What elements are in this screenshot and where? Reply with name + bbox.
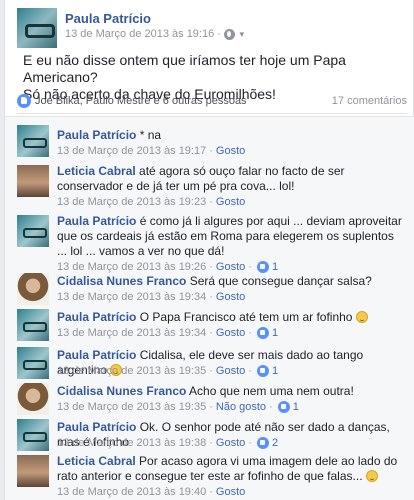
comment-text-block: Leticia Cabral Por acaso agora vi uma im… xyxy=(57,454,407,484)
comment-meta: 13 de Março de 2013 às 19:40 · Gosto xyxy=(57,486,245,498)
avatar[interactable] xyxy=(17,165,49,197)
like-count[interactable]: 1 xyxy=(272,327,278,339)
comments-count[interactable]: 17 comentários xyxy=(332,95,407,107)
meta-separator: · xyxy=(248,437,252,449)
like-link[interactable]: Gosto xyxy=(216,327,245,339)
meta-separator: · xyxy=(209,401,213,413)
comment-time[interactable]: 13 de Março de 2013 às 19:35 xyxy=(57,365,206,377)
reactions-bar: Joe Blika, Paulo Mestre e 6 outras pesso… xyxy=(17,88,407,114)
meta-separator: · xyxy=(217,28,221,40)
post-meta: 13 de Março de 2013 às 19:16 · ▼ xyxy=(65,28,246,40)
unlike-link[interactable]: Não gosto xyxy=(216,401,266,413)
like-count[interactable]: 1 xyxy=(272,365,278,377)
meta-separator: · xyxy=(248,261,252,273)
comment-text-block: Paula Patrício O Papa Francisco até tem … xyxy=(57,310,407,325)
meta-separator: · xyxy=(248,327,252,339)
comment-text-block: Leticia Cabral até agora só ouço falar n… xyxy=(57,164,407,194)
comment-time[interactable]: 13 de Março de 2013 às 19:34 xyxy=(57,327,206,339)
caret-down-icon[interactable]: ▼ xyxy=(238,30,246,39)
meta-separator: · xyxy=(209,196,213,208)
avatar[interactable] xyxy=(17,215,49,247)
comment-meta: 13 de Março de 2013 às 19:26 · Gosto · 1 xyxy=(57,261,278,273)
avatar[interactable] xyxy=(17,125,49,157)
comment-author[interactable]: Paula Patrício xyxy=(57,348,136,362)
comment-text-block: Cidalisa Nunes Franco Será que consegue … xyxy=(57,274,407,289)
like-link[interactable]: Gosto xyxy=(216,486,245,498)
comment-time[interactable]: 13 de Março de 2013 às 19:23 xyxy=(57,196,206,208)
comment-meta: 13 de Março de 2013 às 19:34 · Gosto · 1 xyxy=(57,327,278,339)
comment-meta: 13 de Março de 2013 às 19:35 · Gosto · 1 xyxy=(57,365,278,377)
avatar[interactable] xyxy=(17,309,49,341)
like-icon xyxy=(256,261,269,273)
avatar[interactable] xyxy=(17,419,49,451)
comments-section: Paula Patrício * na 13 de Março de 2013 … xyxy=(5,116,414,500)
comment-meta: 13 de Março de 2013 às 19:38 · Gosto · 2 xyxy=(57,437,278,449)
like-link[interactable]: Gosto xyxy=(216,365,245,377)
avatar[interactable] xyxy=(17,455,49,487)
comment-meta: 13 de Março de 2013 às 19:17 · Gosto xyxy=(57,145,245,157)
post-author-name[interactable]: Paula Patrício xyxy=(65,11,151,26)
globe-icon[interactable] xyxy=(223,28,235,40)
like-icon xyxy=(17,93,31,108)
like-link[interactable]: Gosto xyxy=(216,291,245,303)
comment-time[interactable]: 13 de Março de 2013 às 19:17 xyxy=(57,145,206,157)
like-icon xyxy=(256,437,269,449)
likers-text[interactable]: Joe Blika, Paulo Mestre e 6 outras pesso… xyxy=(35,95,247,107)
like-icon xyxy=(256,365,269,377)
comment-text: Será que consegue dançar salsa? xyxy=(189,274,372,288)
meta-separator: · xyxy=(209,486,213,498)
meta-separator: · xyxy=(209,261,213,273)
comment-author[interactable]: Leticia Cabral xyxy=(57,164,136,178)
comment-text-block: Paula Patrício * na xyxy=(57,128,407,143)
like-count[interactable]: 1 xyxy=(293,401,299,413)
comment-meta: 13 de Março de 2013 às 19:34 · Gosto xyxy=(57,291,245,303)
meta-separator: · xyxy=(209,365,213,377)
meta-separator: · xyxy=(269,401,273,413)
comment-time[interactable]: 13 de Março de 2013 às 19:40 xyxy=(57,486,206,498)
comment-time[interactable]: 13 de Março de 2013 às 19:35 xyxy=(57,401,206,413)
comment-text: O Papa Francisco até tem um ar fofinho xyxy=(139,310,353,324)
meta-separator: · xyxy=(248,365,252,377)
avatar[interactable] xyxy=(17,347,49,379)
meta-separator: · xyxy=(209,291,213,303)
comment-author[interactable]: Cidalisa Nunes Franco xyxy=(57,274,186,288)
comment-meta: 13 de Março de 2013 às 19:23 · Gosto xyxy=(57,196,245,208)
comment-text: * na xyxy=(139,128,162,142)
comment-author[interactable]: Paula Patrício xyxy=(57,128,136,142)
like-icon xyxy=(277,401,290,413)
comment-text-block: Paula Patrício é como já li algures por … xyxy=(57,214,407,259)
comment-author[interactable]: Paula Patrício xyxy=(57,310,136,324)
meta-separator: · xyxy=(209,145,213,157)
like-link[interactable]: Gosto xyxy=(216,145,245,157)
like-link[interactable]: Gosto xyxy=(216,261,245,273)
meta-separator: · xyxy=(209,327,213,339)
post-text-line: E eu não disse ontem que iríamos ter hoj… xyxy=(23,52,346,85)
comment-author[interactable]: Paula Patrício xyxy=(57,214,136,228)
like-count[interactable]: 2 xyxy=(272,437,278,449)
post-card: Paula Patrício 13 de Março de 2013 às 19… xyxy=(4,0,414,500)
avatar[interactable] xyxy=(17,273,49,305)
post-timestamp[interactable]: 13 de Março de 2013 às 19:16 xyxy=(65,28,214,40)
comment-author[interactable]: Paula Patrício xyxy=(57,420,136,434)
like-link[interactable]: Gosto xyxy=(216,437,245,449)
smiley-icon xyxy=(365,470,378,482)
author-avatar[interactable] xyxy=(17,8,57,48)
like-link[interactable]: Gosto xyxy=(216,196,245,208)
comment-time[interactable]: 13 de Março de 2013 às 19:26 xyxy=(57,261,206,273)
comment-text: Acho que nem uma nem outra! xyxy=(189,384,354,398)
smiley-icon xyxy=(355,311,368,323)
avatar[interactable] xyxy=(17,383,49,415)
comment-text-block: Cidalisa Nunes Franco Acho que nem uma n… xyxy=(57,384,407,399)
comment-author[interactable]: Cidalisa Nunes Franco xyxy=(57,384,186,398)
comment-time[interactable]: 13 de Março de 2013 às 19:38 xyxy=(57,437,206,449)
comment-author[interactable]: Leticia Cabral xyxy=(57,454,136,468)
like-icon xyxy=(256,327,269,339)
like-count[interactable]: 1 xyxy=(272,261,278,273)
comment-meta: 13 de Março de 2013 às 19:35 · Não gosto… xyxy=(57,401,299,413)
meta-separator: · xyxy=(209,437,213,449)
likers-summary[interactable]: Joe Blika, Paulo Mestre e 6 outras pesso… xyxy=(17,93,247,108)
comment-time[interactable]: 13 de Março de 2013 às 19:34 xyxy=(57,291,206,303)
post-header: Paula Patrício 13 de Março de 2013 às 19… xyxy=(5,0,413,48)
